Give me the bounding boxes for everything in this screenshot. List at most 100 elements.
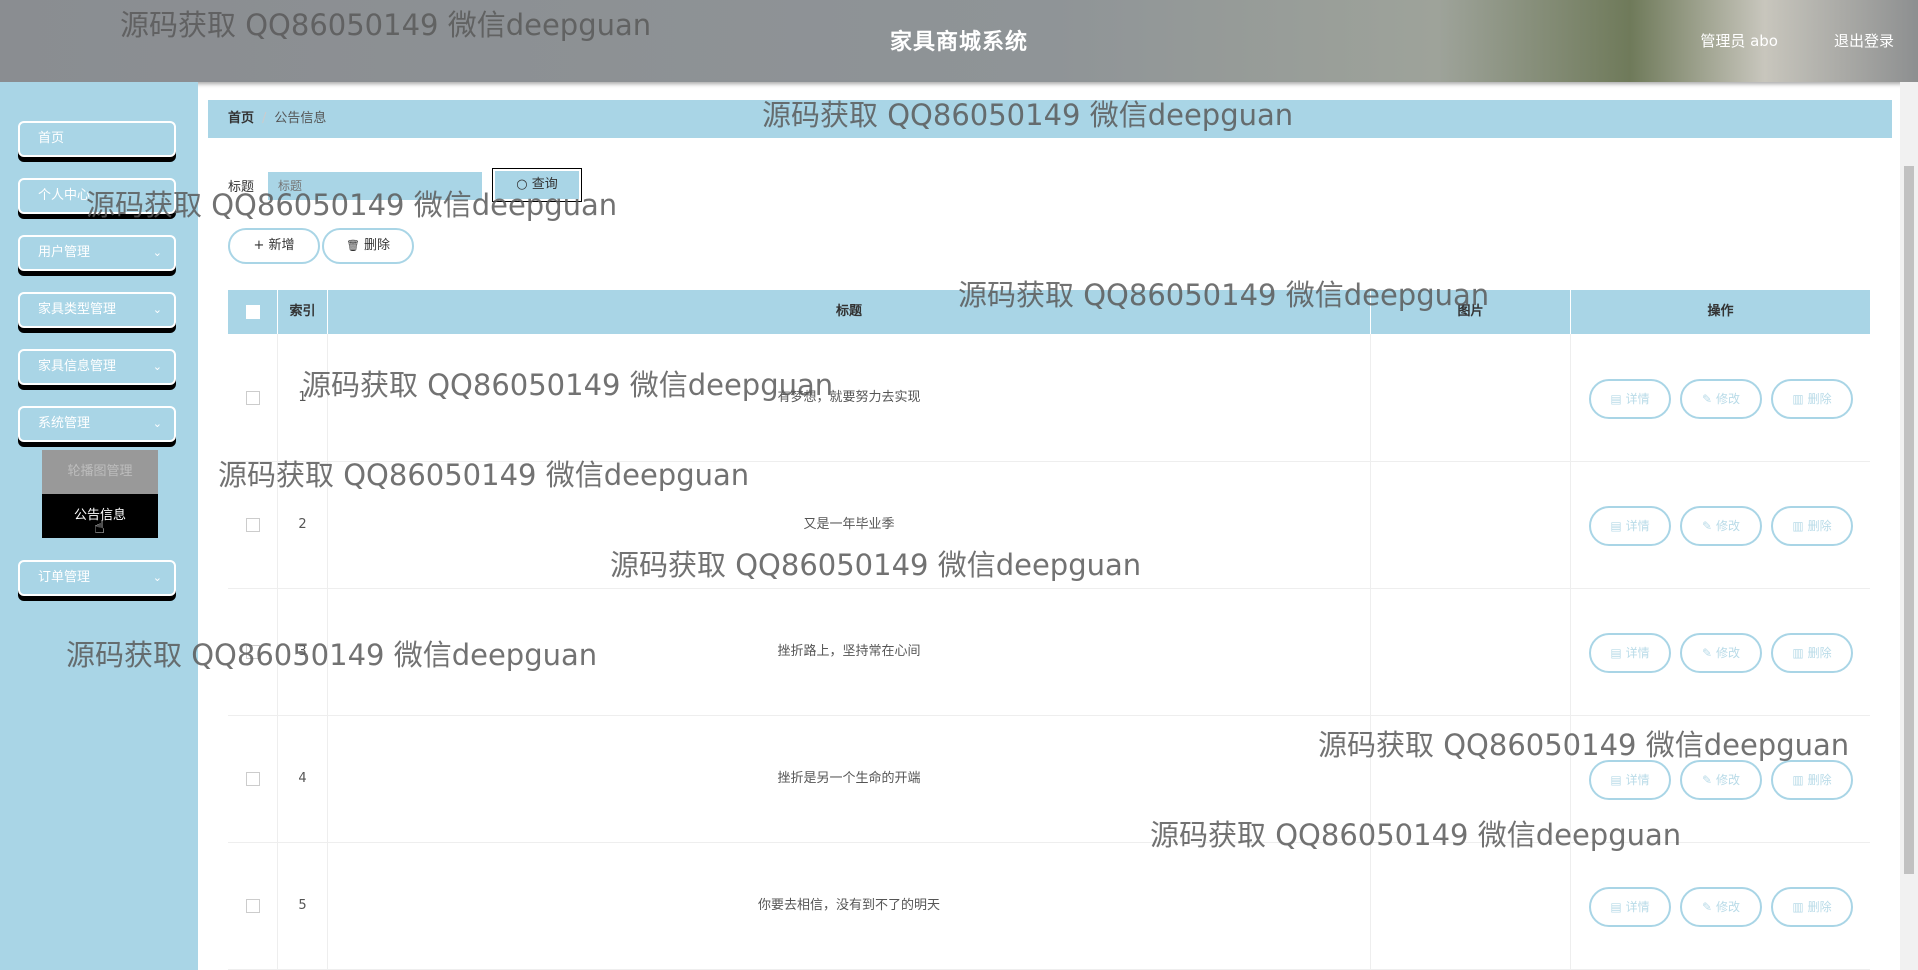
sidebar-item-label: 首页 <box>38 131 65 146</box>
table-row: 2 又是一年毕业季 ▤ 详情 ✎ 修改 ▥ 删除 <box>228 461 1870 589</box>
edit-label: 修改 <box>1715 519 1740 533</box>
scrollbar-thumb[interactable] <box>1904 166 1914 874</box>
row-select-cell <box>228 715 278 842</box>
trash-icon: ▥ <box>1792 773 1804 787</box>
delete-label: 删除 <box>1807 392 1832 406</box>
notice-table: 索引 标题 图片 操作 1 有梦想，就要努力去实现 ▤ 详情 ✎ 修改 ▥ 删除… <box>228 290 1870 970</box>
app-title: 家具商城系统 <box>889 30 1028 55</box>
edit-label: 修改 <box>1715 773 1740 787</box>
edit-button[interactable]: ✎ 修改 <box>1680 760 1762 800</box>
doc-icon: ▤ <box>1610 392 1622 406</box>
search-label: 标题 <box>228 180 255 195</box>
logout-link[interactable]: 退出登录 <box>1834 30 1894 51</box>
delete-label: 删除 <box>1807 900 1832 914</box>
row-image <box>1371 588 1571 715</box>
current-user: 管理员 abo <box>1700 32 1778 50</box>
row-checkbox[interactable] <box>245 644 260 659</box>
doc-icon: ▤ <box>1610 900 1622 914</box>
sidebar-item-label: 家具信息管理 <box>38 359 117 374</box>
sidebar-item-label: 订单管理 <box>38 570 91 585</box>
header-title: 标题 <box>328 290 1371 334</box>
sidebar-item-system[interactable]: 系统管理 ⌄ <box>18 406 176 442</box>
delete-button[interactable]: ▥ 删除 <box>1771 379 1853 419</box>
select-all-cell <box>228 290 278 334</box>
sidebar-item-home[interactable]: 首页 <box>18 121 176 157</box>
edit-label: 修改 <box>1715 900 1740 914</box>
row-title: 挫折路上，坚持常在心间 <box>328 588 1371 715</box>
row-title: 挫折是另一个生命的开端 <box>328 715 1371 842</box>
doc-icon: ▤ <box>1610 519 1622 533</box>
breadcrumb: 首页 / 公告信息 <box>208 100 1892 138</box>
row-select-cell <box>228 461 278 588</box>
doc-icon: ▤ <box>1610 646 1622 660</box>
row-select-cell <box>228 588 278 715</box>
row-title: 你要去相信，没有到不了的明天 <box>328 842 1371 969</box>
sidebar-item-orders[interactable]: 订单管理 ⌄ <box>18 560 176 596</box>
chevron-down-icon: ⌄ <box>152 571 162 584</box>
select-all-checkbox[interactable] <box>245 304 260 319</box>
query-button-label: 查询 <box>531 177 558 192</box>
edit-icon: ✎ <box>1702 519 1713 533</box>
delete-button[interactable]: ▥ 删除 <box>1771 506 1853 546</box>
sidebar-item-furniture-types[interactable]: 家具类型管理 ⌄ <box>18 292 176 328</box>
trash-icon: ▥ <box>1792 519 1804 533</box>
delete-button[interactable]: ▥ 删除 <box>1771 633 1853 673</box>
row-image <box>1371 715 1571 842</box>
trash-icon: ▥ <box>1792 900 1804 914</box>
row-image <box>1371 334 1571 461</box>
sidebar-item-furniture-info[interactable]: 家具信息管理 ⌄ <box>18 349 176 385</box>
edit-button[interactable]: ✎ 修改 <box>1680 379 1762 419</box>
detail-label: 详情 <box>1625 392 1650 406</box>
row-index: 2 <box>278 461 328 588</box>
add-button[interactable]: + 新增 <box>228 228 320 264</box>
doc-icon: ▤ <box>1610 773 1622 787</box>
trash-icon: ▥ <box>1792 646 1804 660</box>
row-checkbox[interactable] <box>245 771 260 786</box>
chevron-down-icon: ⌄ <box>152 303 162 316</box>
edit-icon: ✎ <box>1702 900 1713 914</box>
header-index: 索引 <box>278 290 328 334</box>
delete-button[interactable]: ▥ 删除 <box>1771 887 1853 927</box>
row-index: 1 <box>278 334 328 461</box>
submenu-item-carousel[interactable]: 轮播图管理 <box>42 450 158 494</box>
batch-delete-button[interactable]: 🗑 删除 <box>322 228 414 264</box>
title-search-input[interactable] <box>268 172 482 200</box>
edit-button[interactable]: ✎ 修改 <box>1680 633 1762 673</box>
delete-button-label: 删除 <box>364 238 391 253</box>
edit-button[interactable]: ✎ 修改 <box>1680 506 1762 546</box>
delete-label: 删除 <box>1807 646 1832 660</box>
detail-button[interactable]: ▤ 详情 <box>1589 506 1671 546</box>
sidebar-item-users[interactable]: 用户管理 ⌄ <box>18 235 176 271</box>
breadcrumb-separator: / <box>262 111 267 126</box>
detail-button[interactable]: ▤ 详情 <box>1589 633 1671 673</box>
row-title: 有梦想，就要努力去实现 <box>328 334 1371 461</box>
sidebar-item-profile[interactable]: 个人中心 <box>18 178 176 214</box>
detail-label: 详情 <box>1625 519 1650 533</box>
detail-button[interactable]: ▤ 详情 <box>1589 887 1671 927</box>
chevron-down-icon: ⌄ <box>152 417 162 430</box>
chevron-down-icon: ⌄ <box>152 360 162 373</box>
breadcrumb-home[interactable]: 首页 <box>228 111 254 126</box>
detail-label: 详情 <box>1625 773 1650 787</box>
detail-button[interactable]: ▤ 详情 <box>1589 379 1671 419</box>
row-title: 又是一年毕业季 <box>328 461 1371 588</box>
delete-label: 删除 <box>1807 773 1832 787</box>
row-checkbox[interactable] <box>245 517 260 532</box>
row-index: 4 <box>278 715 328 842</box>
top-header: 家具商城系统 管理员 abo 退出登录 <box>0 0 1918 82</box>
sidebar-item-label: 家具类型管理 <box>38 302 117 317</box>
edit-button[interactable]: ✎ 修改 <box>1680 887 1762 927</box>
delete-button[interactable]: ▥ 删除 <box>1771 760 1853 800</box>
row-checkbox[interactable] <box>245 390 260 405</box>
detail-button[interactable]: ▤ 详情 <box>1589 760 1671 800</box>
row-image <box>1371 842 1571 969</box>
edit-icon: ✎ <box>1702 392 1713 406</box>
edit-label: 修改 <box>1715 646 1740 660</box>
query-button[interactable]: ○ 查询 <box>493 169 581 201</box>
row-image <box>1371 461 1571 588</box>
row-checkbox[interactable] <box>245 898 260 913</box>
search-icon: ○ <box>516 177 528 192</box>
mouse-cursor-icon: ☝ <box>94 517 105 538</box>
page-scrollbar[interactable] <box>1900 82 1918 970</box>
header-ops: 操作 <box>1707 304 1734 319</box>
